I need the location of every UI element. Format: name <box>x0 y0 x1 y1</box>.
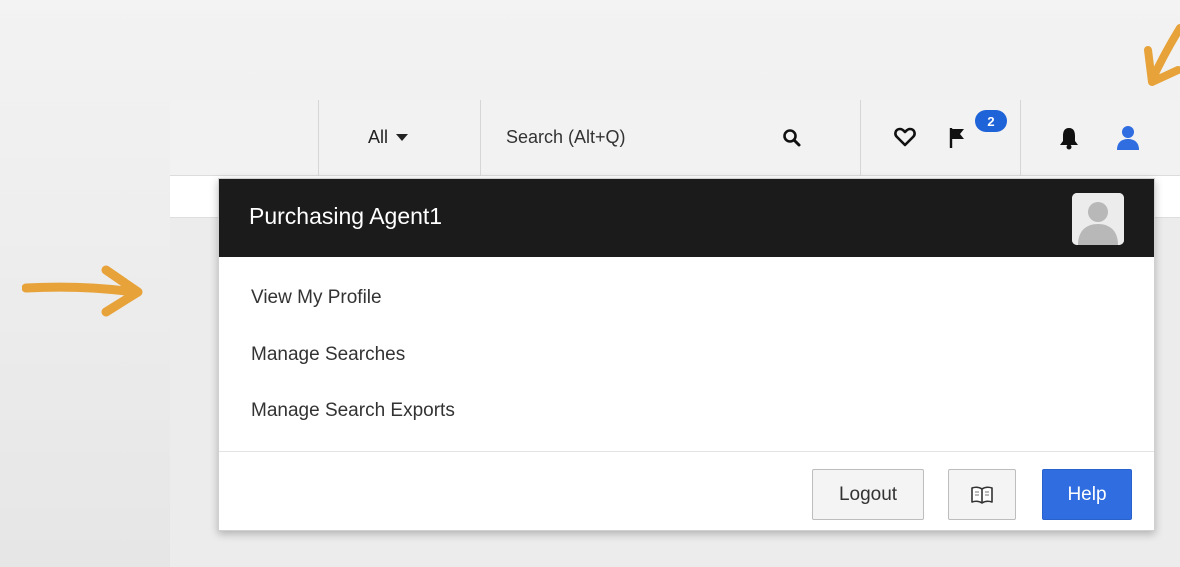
annotation-arrow-right <box>22 265 143 317</box>
search-scope-dropdown[interactable]: All <box>368 124 409 150</box>
divider <box>860 100 861 176</box>
search-input[interactable] <box>506 122 766 152</box>
divider <box>480 100 481 176</box>
bell-icon <box>1060 128 1078 150</box>
user-menu-button[interactable] <box>1114 124 1142 152</box>
annotation-arrow-down-left <box>1144 24 1180 86</box>
search-button[interactable] <box>780 126 804 150</box>
user-icon <box>1117 126 1139 150</box>
divider <box>318 100 319 176</box>
logout-button[interactable]: Logout <box>812 469 924 520</box>
favorites-button[interactable] <box>892 124 918 150</box>
divider <box>1020 100 1021 176</box>
heart-icon <box>894 127 916 147</box>
caret-down-icon <box>396 133 409 141</box>
menu-item-view-profile[interactable]: View My Profile <box>251 287 382 309</box>
divider <box>219 451 1154 452</box>
top-navigation-bar: All 2 <box>170 100 1180 176</box>
menu-item-manage-search-exports[interactable]: Manage Search Exports <box>251 400 455 422</box>
user-menu-dropdown: Purchasing Agent1 View My Profile Manage… <box>218 178 1155 531</box>
avatar <box>1072 193 1124 245</box>
book-icon <box>971 486 993 504</box>
notifications-button[interactable] <box>1056 124 1082 152</box>
flag-icon <box>949 128 964 148</box>
menu-item-manage-searches[interactable]: Manage Searches <box>251 344 405 366</box>
search-scope-label: All <box>368 126 389 147</box>
guide-button[interactable] <box>948 469 1016 520</box>
user-menu-header: Purchasing Agent1 <box>219 179 1154 257</box>
user-name: Purchasing Agent1 <box>249 203 443 229</box>
avatar-placeholder-icon <box>1072 193 1124 245</box>
flags-button[interactable] <box>946 124 972 152</box>
search-icon <box>783 129 801 147</box>
flag-count-badge: 2 <box>975 110 1007 132</box>
help-button[interactable]: Help <box>1042 469 1132 520</box>
